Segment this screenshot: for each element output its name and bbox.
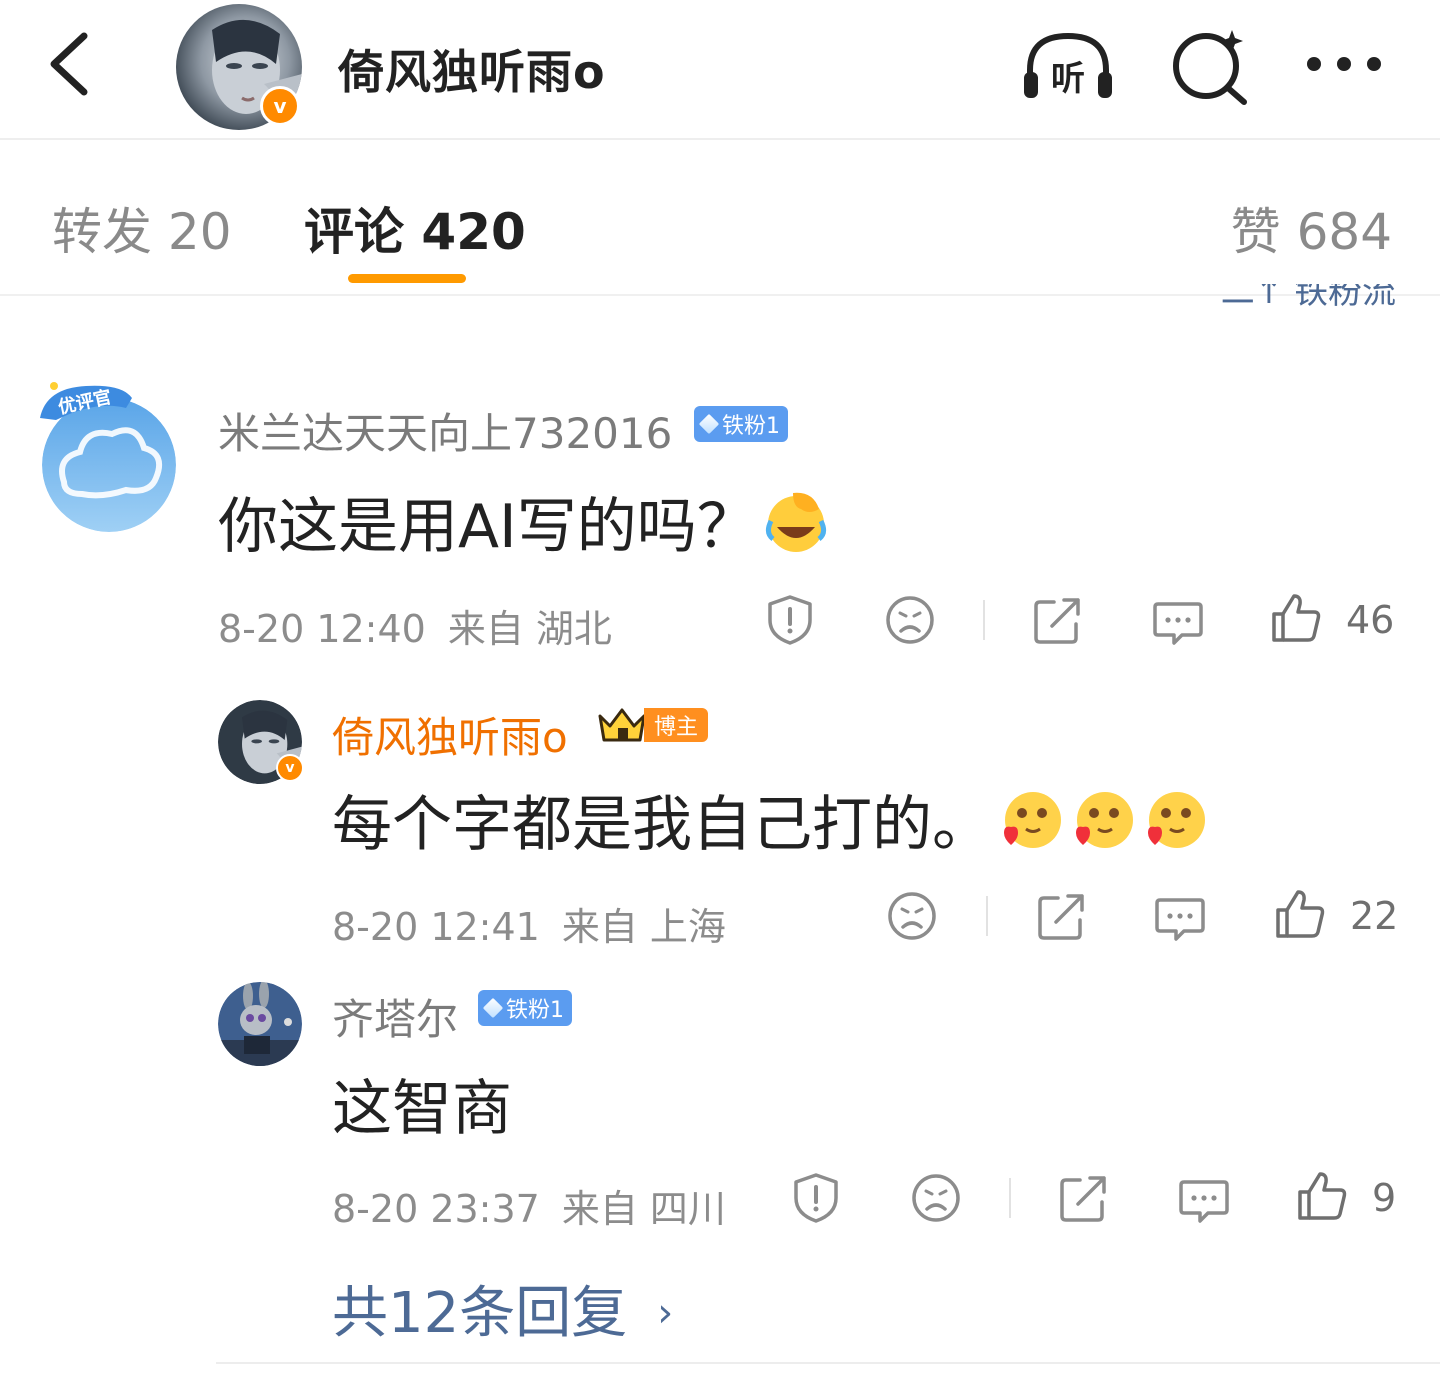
- blogger-badge: 博主: [596, 706, 709, 744]
- sort-toggle[interactable]: 二↑ 铁粉流: [1221, 284, 1396, 324]
- section-divider: [216, 1362, 1440, 1364]
- fan-level-badge: 铁粉1: [694, 406, 788, 442]
- reply-avatar[interactable]: [218, 982, 302, 1066]
- share-icon[interactable]: [1036, 890, 1088, 942]
- tab-like[interactable]: 赞 684: [1231, 192, 1392, 264]
- more-button[interactable]: [1300, 26, 1396, 106]
- more-dots-icon: [1307, 57, 1381, 71]
- listen-button[interactable]: 听: [1020, 26, 1116, 106]
- action-divider: [986, 896, 988, 936]
- top-bar: v 倚风独听雨o 听: [0, 0, 1440, 140]
- search-icon: [1173, 30, 1247, 105]
- dislike-sad-face-icon[interactable]: [886, 890, 938, 942]
- dislike-sad-face-icon[interactable]: [910, 1172, 962, 1224]
- heart-eyes-emoji-icon: [1004, 791, 1061, 848]
- reply-time: 8-20 23:37: [332, 1187, 540, 1231]
- reply-body: 每个字都是我自己打的。: [332, 790, 992, 860]
- chevron-right-icon: ›: [657, 1290, 674, 1336]
- like-count: 46: [1346, 598, 1395, 642]
- reply-text: 每个字都是我自己打的。: [332, 776, 1208, 863]
- active-tab-indicator: [348, 274, 466, 283]
- comment-location: 来自 湖北: [447, 607, 612, 651]
- diamond-icon: [482, 997, 504, 1019]
- heart-eyes-emoji-icon: [1076, 791, 1133, 848]
- search-button[interactable]: [1166, 26, 1262, 106]
- like-count: 9: [1372, 1176, 1397, 1220]
- action-divider: [1009, 1178, 1011, 1218]
- reply-meta: 8-20 23:37 来自 四川: [332, 1178, 726, 1233]
- reply-location: 来自 上海: [561, 905, 726, 949]
- reply-location: 来自 四川: [561, 1187, 726, 1231]
- heart-eyes-emoji-icon: [1148, 791, 1205, 848]
- reply-comment-icon[interactable]: [1178, 1174, 1230, 1226]
- laugh-cry-emoji-icon: [765, 492, 826, 552]
- reply-meta: 8-20 12:41 来自 上海: [332, 896, 726, 951]
- diamond-icon: [698, 413, 720, 435]
- svg-text:听: 听: [1051, 59, 1085, 99]
- comment-body: 你这是用AI写的吗？: [218, 492, 757, 562]
- reply-author-name[interactable]: 倚风独听雨o: [332, 704, 568, 765]
- headphones-icon: 听: [1024, 32, 1112, 99]
- action-divider: [983, 600, 985, 640]
- author-avatar[interactable]: v: [176, 4, 302, 130]
- like-count: 22: [1350, 894, 1399, 938]
- thumbs-up-icon[interactable]: [1296, 1170, 1348, 1222]
- fan-badge-label: 铁粉1: [506, 998, 564, 1023]
- comment-meta: 8-20 12:40 来自 湖北: [218, 598, 612, 653]
- thumbs-up-icon[interactable]: [1270, 592, 1322, 644]
- verified-badge: v: [276, 754, 304, 782]
- reply-time: 8-20 12:41: [332, 905, 540, 949]
- commenter-name[interactable]: 米兰达天天向上732016: [218, 400, 672, 461]
- reply-name[interactable]: 齐塔尔: [332, 986, 458, 1047]
- back-button[interactable]: [40, 28, 100, 100]
- reply-body: 这智商: [332, 1074, 512, 1144]
- tab-bar: 转发 20 评论 420 赞 684: [0, 142, 1440, 296]
- share-icon[interactable]: [1032, 594, 1084, 646]
- sort-label: 二↑ 铁粉流: [1220, 284, 1396, 312]
- reply-comment-icon[interactable]: [1154, 892, 1206, 944]
- verified-badge: v: [260, 86, 300, 126]
- report-shield-icon[interactable]: [790, 1172, 842, 1224]
- more-replies-label: 共12条回复: [332, 1281, 628, 1346]
- dislike-sad-face-icon[interactable]: [884, 594, 936, 646]
- reply-avatar[interactable]: v: [218, 700, 304, 784]
- bunny-character-avatar-image: [218, 982, 302, 1066]
- top-commenter-badge: 优评官: [40, 382, 132, 420]
- fan-badge-label: 铁粉1: [722, 414, 780, 439]
- reply-comment-icon[interactable]: [1152, 596, 1204, 648]
- tab-repost[interactable]: 转发 20: [52, 192, 232, 264]
- tab-comment[interactable]: 评论 420: [304, 192, 526, 264]
- fan-level-badge: 铁粉1: [478, 990, 572, 1026]
- report-shield-icon[interactable]: [764, 594, 816, 646]
- page-title[interactable]: 倚风独听雨o: [338, 36, 606, 102]
- chevron-left-icon: [50, 32, 88, 96]
- blogger-badge-label: 博主: [644, 708, 709, 742]
- reply-text: 这智商: [332, 1060, 512, 1147]
- comment-time: 8-20 12:40: [218, 607, 426, 651]
- comment-text: 你这是用AI写的吗？: [218, 478, 829, 565]
- view-all-replies-link[interactable]: 共12条回复 ›: [332, 1268, 673, 1349]
- crown-icon: [598, 708, 646, 742]
- thumbs-up-icon[interactable]: [1274, 888, 1326, 940]
- share-icon[interactable]: [1058, 1172, 1110, 1224]
